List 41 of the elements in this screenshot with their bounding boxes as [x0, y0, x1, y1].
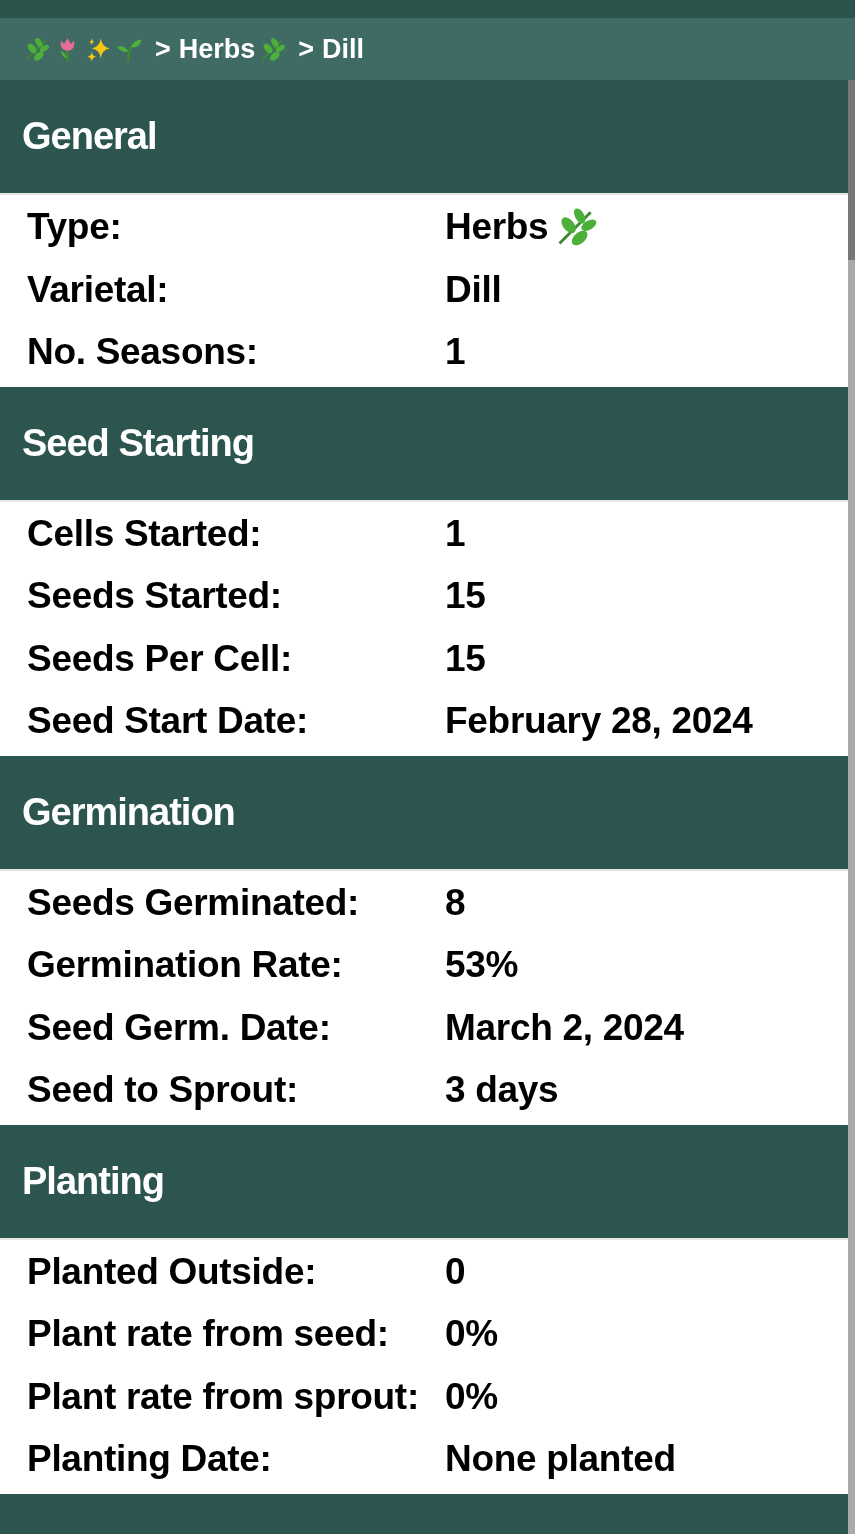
field-value: None planted — [445, 1438, 676, 1481]
field-label: Seeds Started: — [27, 575, 283, 618]
field-value: 15 — [445, 575, 486, 618]
breadcrumb-separator: > — [298, 33, 315, 65]
field-label: Planting Date: — [27, 1438, 273, 1481]
field-label: Type: — [27, 206, 123, 249]
field-value: 8 — [445, 881, 466, 924]
field-value: 53% — [445, 944, 519, 987]
field-value: February 28, 2024 — [445, 700, 753, 743]
section-header: General — [0, 80, 848, 195]
field-value: 0% — [445, 1313, 498, 1356]
field-label: Seeds Germinated: — [27, 881, 361, 924]
herb-icon — [23, 35, 50, 63]
field-label: Cells Started: — [27, 512, 263, 555]
field-label: Seeds Per Cell: — [27, 637, 293, 680]
field-value: Herbs — [445, 206, 549, 249]
field-label: Plant rate from sprout: — [27, 1375, 420, 1418]
field-value: 1 — [445, 331, 466, 374]
field-value: 0% — [445, 1375, 498, 1418]
field-label: Varietal: — [27, 268, 170, 311]
breadcrumb-link[interactable]: Herbs — [178, 33, 256, 65]
field-label: Seed to Sprout: — [27, 1069, 299, 1112]
field-label: Germination Rate: — [27, 944, 344, 987]
field-value: 15 — [445, 637, 486, 680]
field-label: Plant rate from seed: — [27, 1313, 390, 1356]
breadcrumb-separator: > — [155, 33, 171, 65]
field-value: 3 days — [445, 1069, 559, 1112]
field-label: Seed Germ. Date: — [27, 1006, 332, 1049]
field-value: 1 — [445, 512, 466, 555]
section-header: Planting — [0, 1124, 848, 1240]
field-value: Dill — [445, 268, 502, 311]
scrollbar[interactable] — [848, 80, 855, 1534]
field-value: 0 — [445, 1250, 466, 1293]
field-label: Seed Start Date: — [27, 700, 309, 743]
field-label: No. Seasons: — [27, 331, 259, 374]
breadcrumb-link[interactable]: Dill — [322, 33, 365, 65]
field-label: Planted Outside: — [27, 1250, 318, 1293]
section-header: Germination — [0, 755, 848, 871]
field-value: March 2, 2024 — [445, 1006, 684, 1049]
herb-icon — [259, 35, 287, 63]
section-header: Seed Starting — [0, 386, 848, 502]
